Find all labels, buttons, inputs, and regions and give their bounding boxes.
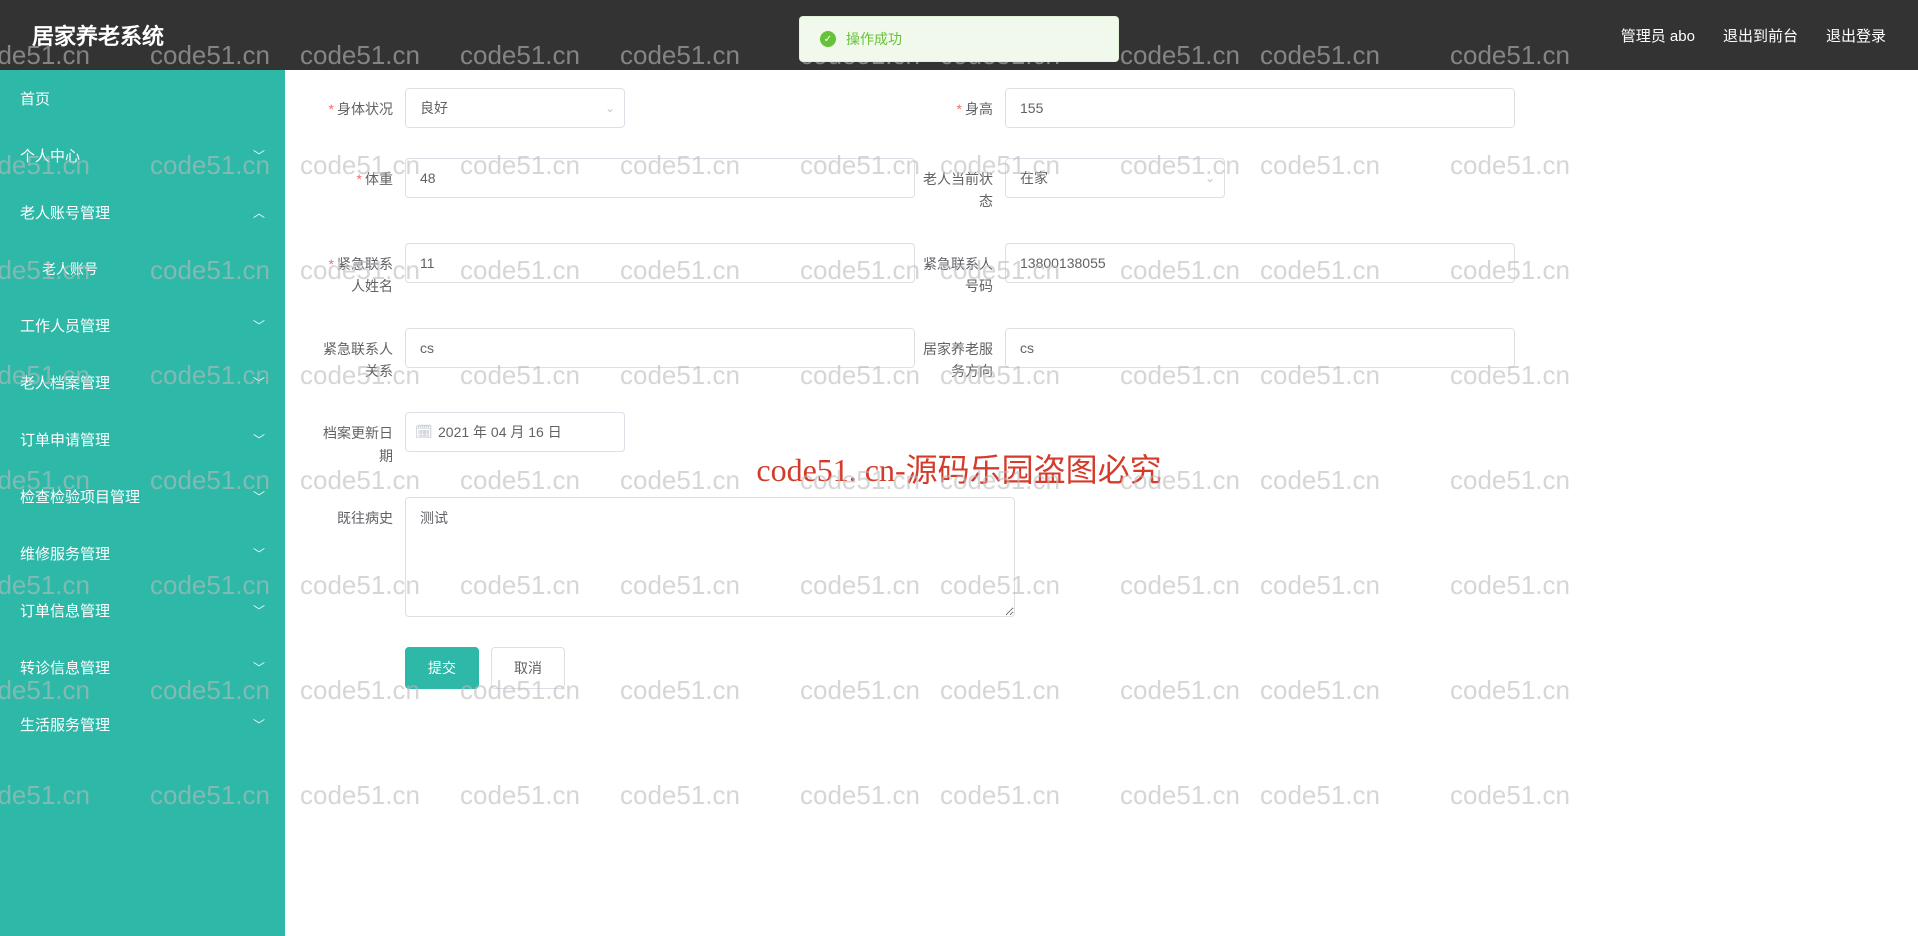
label-contact-relation: 紧急联系人关系 bbox=[315, 328, 405, 383]
sidebar-item-referral-info[interactable]: 转诊信息管理﹀ bbox=[0, 639, 285, 696]
header-right: 管理员 abo 退出到前台 退出登录 bbox=[1621, 25, 1886, 46]
cancel-button[interactable]: 取消 bbox=[491, 647, 565, 689]
history-textarea[interactable] bbox=[405, 497, 1015, 617]
sidebar-item-order-apply[interactable]: 订单申请管理﹀ bbox=[0, 411, 285, 468]
sidebar-item-elder-archive[interactable]: 老人档案管理﹀ bbox=[0, 354, 285, 411]
sidebar-item-life-service[interactable]: 生活服务管理﹀ bbox=[0, 696, 285, 753]
sidebar-item-elder-account[interactable]: 老人账号 bbox=[0, 241, 285, 297]
sidebar: 首页 个人中心﹀ 老人账号管理︿ 老人账号 工作人员管理﹀ 老人档案管理﹀ 订单… bbox=[0, 70, 285, 936]
chevron-down-icon: ﹀ bbox=[253, 147, 265, 164]
sidebar-item-repair-service[interactable]: 维修服务管理﹀ bbox=[0, 525, 285, 582]
contact-phone-input[interactable] bbox=[1005, 243, 1515, 283]
logout-link[interactable]: 退出登录 bbox=[1826, 25, 1886, 46]
weight-input[interactable] bbox=[405, 158, 915, 198]
sidebar-item-staff-mgmt[interactable]: 工作人员管理﹀ bbox=[0, 297, 285, 354]
goto-front-link[interactable]: 退出到前台 bbox=[1723, 25, 1798, 46]
label-body-status: *身体状况 bbox=[315, 88, 405, 120]
chevron-down-icon: ﹀ bbox=[253, 488, 265, 505]
app-title: 居家养老系统 bbox=[32, 19, 164, 51]
chevron-down-icon: ﹀ bbox=[253, 602, 265, 619]
update-date-input[interactable] bbox=[405, 412, 625, 452]
user-label[interactable]: 管理员 abo bbox=[1621, 25, 1695, 46]
sidebar-item-check-project[interactable]: 检查检验项目管理﹀ bbox=[0, 468, 285, 525]
chevron-down-icon: ﹀ bbox=[253, 545, 265, 562]
sidebar-item-personal[interactable]: 个人中心﹀ bbox=[0, 127, 285, 184]
sidebar-item-home[interactable]: 首页 bbox=[0, 70, 285, 127]
label-contact-name: *紧急联系人姓名 bbox=[315, 243, 405, 298]
sidebar-item-elder-account-mgmt[interactable]: 老人账号管理︿ bbox=[0, 184, 285, 241]
body-status-select[interactable] bbox=[405, 88, 625, 128]
chevron-down-icon: ﹀ bbox=[253, 374, 265, 391]
elder-state-select[interactable] bbox=[1005, 158, 1225, 198]
chevron-down-icon: ﹀ bbox=[253, 317, 265, 334]
label-elder-state: 老人当前状态 bbox=[915, 158, 1005, 213]
chevron-down-icon: ﹀ bbox=[253, 431, 265, 448]
label-height: *身高 bbox=[915, 88, 1005, 120]
label-update-date: 档案更新日期 bbox=[315, 412, 405, 467]
toast-text: 操作成功 bbox=[846, 29, 902, 49]
label-contact-phone: 紧急联系人号码 bbox=[915, 243, 1005, 298]
check-icon: ✓ bbox=[820, 31, 836, 47]
sidebar-item-order-info[interactable]: 订单信息管理﹀ bbox=[0, 582, 285, 639]
label-history: 既往病史 bbox=[315, 497, 405, 529]
home-service-input[interactable] bbox=[1005, 328, 1515, 368]
contact-relation-input[interactable] bbox=[405, 328, 915, 368]
main-content: *身体状况 ⌄ *身高 *体重 老人当前状态 ⌄ bbox=[285, 70, 1918, 936]
height-input[interactable] bbox=[1005, 88, 1515, 128]
calendar-icon: 🗓 bbox=[415, 424, 433, 441]
label-weight: *体重 bbox=[315, 158, 405, 190]
contact-name-input[interactable] bbox=[405, 243, 915, 283]
label-home-service: 居家养老服务方向 bbox=[915, 328, 1005, 383]
chevron-down-icon: ﹀ bbox=[253, 659, 265, 676]
success-toast: ✓ 操作成功 bbox=[799, 16, 1119, 62]
chevron-up-icon: ︿ bbox=[253, 204, 265, 221]
submit-button[interactable]: 提交 bbox=[405, 647, 479, 689]
chevron-down-icon: ﹀ bbox=[253, 716, 265, 733]
